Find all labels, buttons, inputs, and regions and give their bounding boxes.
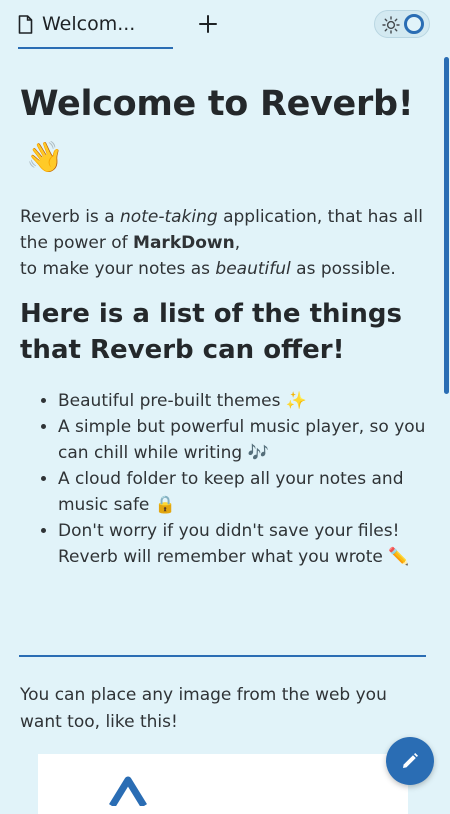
feature-list: Beautiful pre-built themes ✨ A simple bu… xyxy=(20,388,430,570)
document-icon xyxy=(18,15,33,34)
page-title: Welcome to Reverb! xyxy=(20,84,414,124)
pencil-icon xyxy=(403,753,418,768)
emphasis-note-taking: note-taking xyxy=(120,207,218,227)
emphasis-beautiful: beautiful xyxy=(215,259,291,279)
plus-icon[interactable] xyxy=(196,12,220,36)
list-item: Don't worry if you didn't save your file… xyxy=(58,518,430,570)
theme-toggle[interactable] xyxy=(374,10,430,38)
list-item: Beautiful pre-built themes ✨ xyxy=(58,388,430,414)
note-content[interactable]: Welcome to Reverb! 👋 Reverb is a note-ta… xyxy=(20,80,430,570)
strong-markdown: MarkDown xyxy=(133,233,235,253)
waving-hand-emoji: 👋 xyxy=(26,140,64,175)
top-bar: Welcom... xyxy=(0,0,450,52)
sun-icon xyxy=(382,16,400,34)
scrollbar-thumb[interactable] xyxy=(444,57,449,394)
list-item: A simple but powerful music player, so y… xyxy=(58,414,430,466)
list-item: A cloud folder to keep all your notes an… xyxy=(58,466,430,518)
horizontal-rule xyxy=(19,655,426,657)
intro-paragraph: Reverb is a note-taking application, tha… xyxy=(20,207,423,279)
edit-button[interactable] xyxy=(386,737,434,785)
section-heading: Here is a list of the things that Reverb… xyxy=(20,299,403,365)
tab-title: Welcom... xyxy=(42,13,136,35)
image-caption: You can place any image from the web you… xyxy=(20,685,387,732)
logo-icon xyxy=(109,776,147,806)
embedded-image xyxy=(38,754,408,814)
toggle-knob xyxy=(404,14,424,34)
tab-welcome[interactable]: Welcom... xyxy=(18,10,173,49)
